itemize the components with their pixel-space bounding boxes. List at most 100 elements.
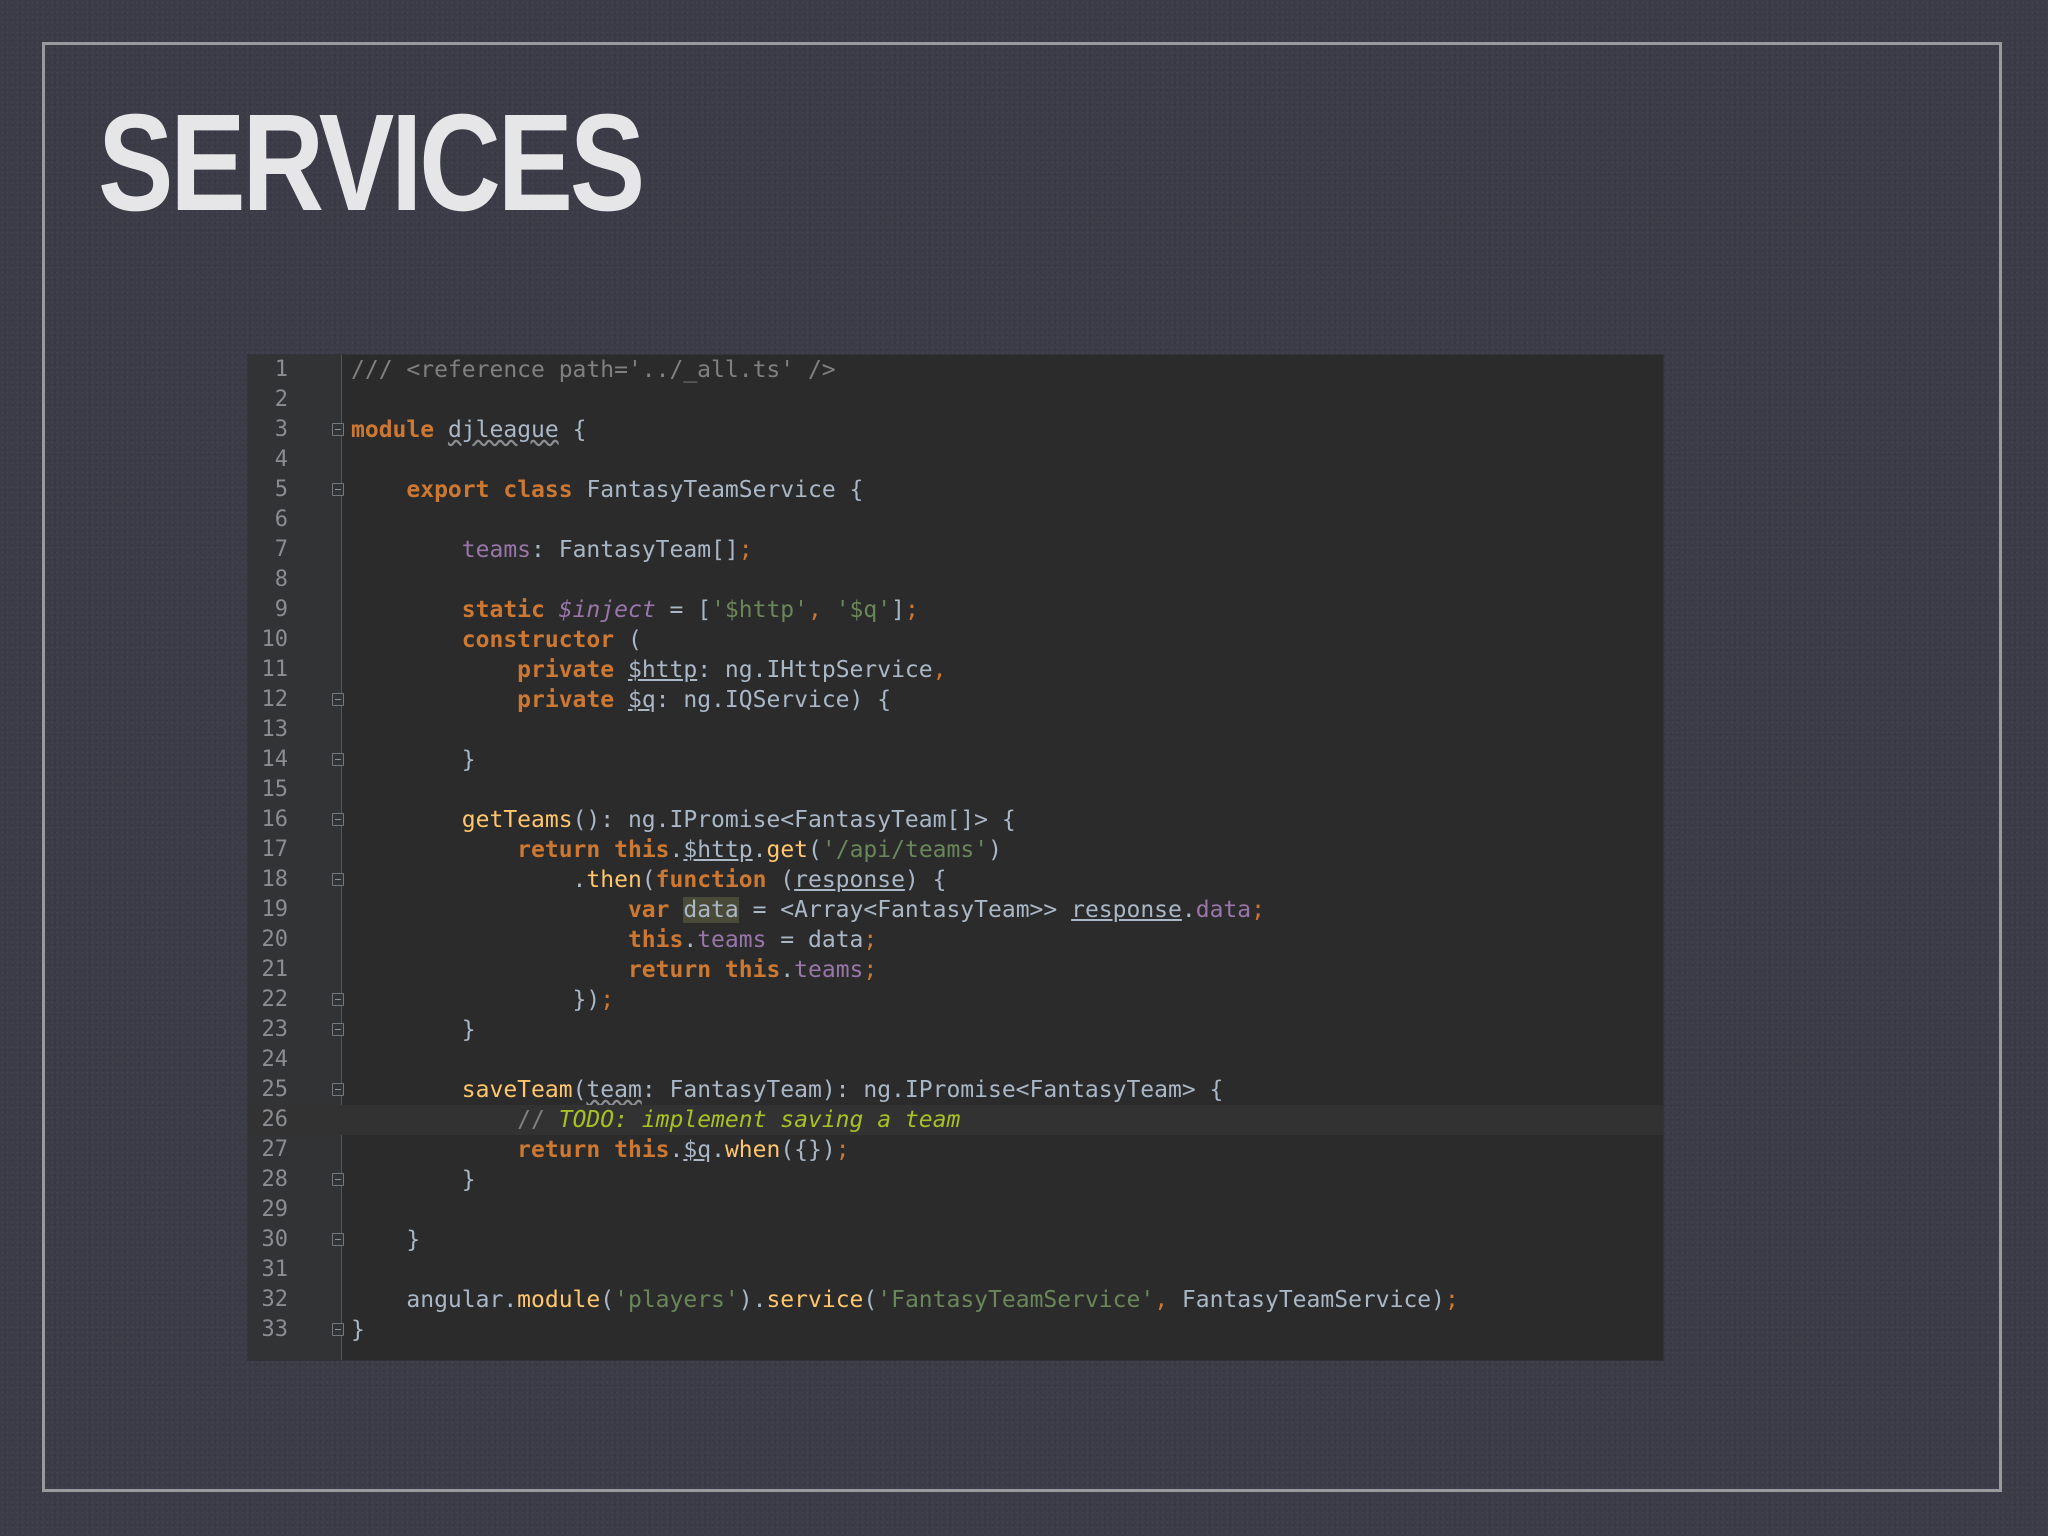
code-token: this [627,927,684,953]
fold-marker-icon[interactable] [332,483,344,496]
line-number: 12 [261,687,289,712]
code-line: 20 this.teams = data; [248,925,1663,955]
slide-title: SERVICES [98,86,645,240]
code-token: : ng.IQService) { [655,687,892,713]
fold-marker-icon[interactable] [332,753,344,766]
code-token: $q [683,1137,712,1163]
code-line: 19 var data = <Array<FantasyTeam>> respo… [248,895,1663,925]
line-number: 2 [274,387,288,412]
code-text: }); [351,985,615,1015]
code-token: $inject [558,597,656,623]
fold-marker-icon[interactable] [332,1173,344,1186]
fold-marker-icon[interactable] [332,993,344,1006]
code-token: when [724,1137,781,1163]
code-line: 14 } [248,745,1663,775]
fold-marker-icon[interactable] [332,423,344,436]
code-line: 22 }); [248,985,1663,1015]
line-number: 19 [261,897,289,922]
code-line: 1 /// <reference path='../_all.ts' /> [248,355,1663,385]
code-token: ( [572,1077,587,1103]
code-token: . [669,1137,684,1163]
code-token: teams [794,957,864,983]
code-token: this [614,837,670,863]
code-line: 28 } [248,1165,1663,1195]
code-token: return [627,957,712,983]
code-token: ) { [904,867,947,893]
code-line: 4 [248,445,1663,475]
fold-marker-icon[interactable] [332,813,344,826]
code-line: 29 [248,1195,1663,1225]
code-line: 31 [248,1255,1663,1285]
code-token: var [627,897,670,923]
fold-marker-icon[interactable] [332,1323,344,1336]
code-token: ( [600,1287,615,1313]
line-number: 16 [261,807,289,832]
code-token: '/api/teams' [821,837,989,863]
code-line: 11 private $http: ng.IHttpService, [248,655,1663,685]
code-line: 5 export class FantasyTeamService { [248,475,1663,505]
code-token: ( [766,867,795,893]
code-token: service [766,1287,864,1313]
line-number: 14 [261,747,289,772]
code-token: . [1181,897,1196,923]
code-token: ( [641,867,656,893]
code-token: ; [1445,1287,1459,1313]
code-token: } [351,747,476,773]
fold-marker-icon[interactable] [332,1083,344,1096]
fold-marker-icon[interactable] [332,1233,344,1246]
line-number: 28 [261,1167,289,1192]
code-token: : FantasyTeam): ng.IPromise<FantasyTeam>… [641,1077,1224,1103]
fold-marker-icon[interactable] [332,693,344,706]
code-line: 25 saveTeam(team: FantasyTeam): ng.IProm… [248,1075,1663,1105]
code-token: (): ng.IPromise<FantasyTeam[]> { [572,807,1016,833]
code-token: private [517,687,615,713]
code-token: response [794,867,905,893]
code-token: : ng.IHttpService [697,657,933,683]
code-line: 2 [248,385,1663,415]
code-text: return this.$http.get('/api/teams') [351,835,1002,865]
fold-marker-icon[interactable] [332,873,344,886]
line-number: 24 [261,1047,289,1072]
code-token: 'FantasyTeamService' [877,1287,1155,1313]
code-token: FantasyTeamService) [1181,1287,1446,1313]
code-token: ({}) [780,1137,836,1163]
code-token: ; [600,987,615,1013]
code-line: 27 return this.$q.when({}); [248,1135,1663,1165]
code-text: return this.$q.when({}); [351,1135,849,1165]
code-token: response [1071,897,1182,923]
code-line: 8 [248,565,1663,595]
code-token: return [517,837,601,863]
code-token: }) [351,987,601,1013]
code-token: } [351,1167,476,1193]
code-token: saveTeam [461,1077,573,1103]
code-token: = data [766,927,864,953]
code-token: get [766,837,809,863]
code-token: teams [461,537,532,563]
fold-marker-icon[interactable] [332,1023,344,1036]
code-line: 13 [248,715,1663,745]
code-token: $http [683,837,753,863]
code-token: data [683,897,739,923]
code-line: 30 } [248,1225,1663,1255]
code-token: '$q' [835,597,892,623]
code-text: } [351,1315,365,1345]
code-token: return [517,1137,601,1163]
code-token: ( [808,837,822,863]
code-token: ; [1251,897,1265,923]
code-token: $q [627,687,656,713]
code-token: TODO: implement saving a team [558,1107,961,1133]
code-token: this [614,1137,670,1163]
code-line: 26 // TODO: implement saving a team [248,1105,1663,1135]
code-token: . [752,837,767,863]
code-token: } [351,1017,476,1043]
code-token: export [406,477,490,503]
line-number: 11 [261,657,289,682]
line-number: 18 [261,867,289,892]
code-line: 9 static $inject = ['$http', '$q']; [248,595,1663,625]
